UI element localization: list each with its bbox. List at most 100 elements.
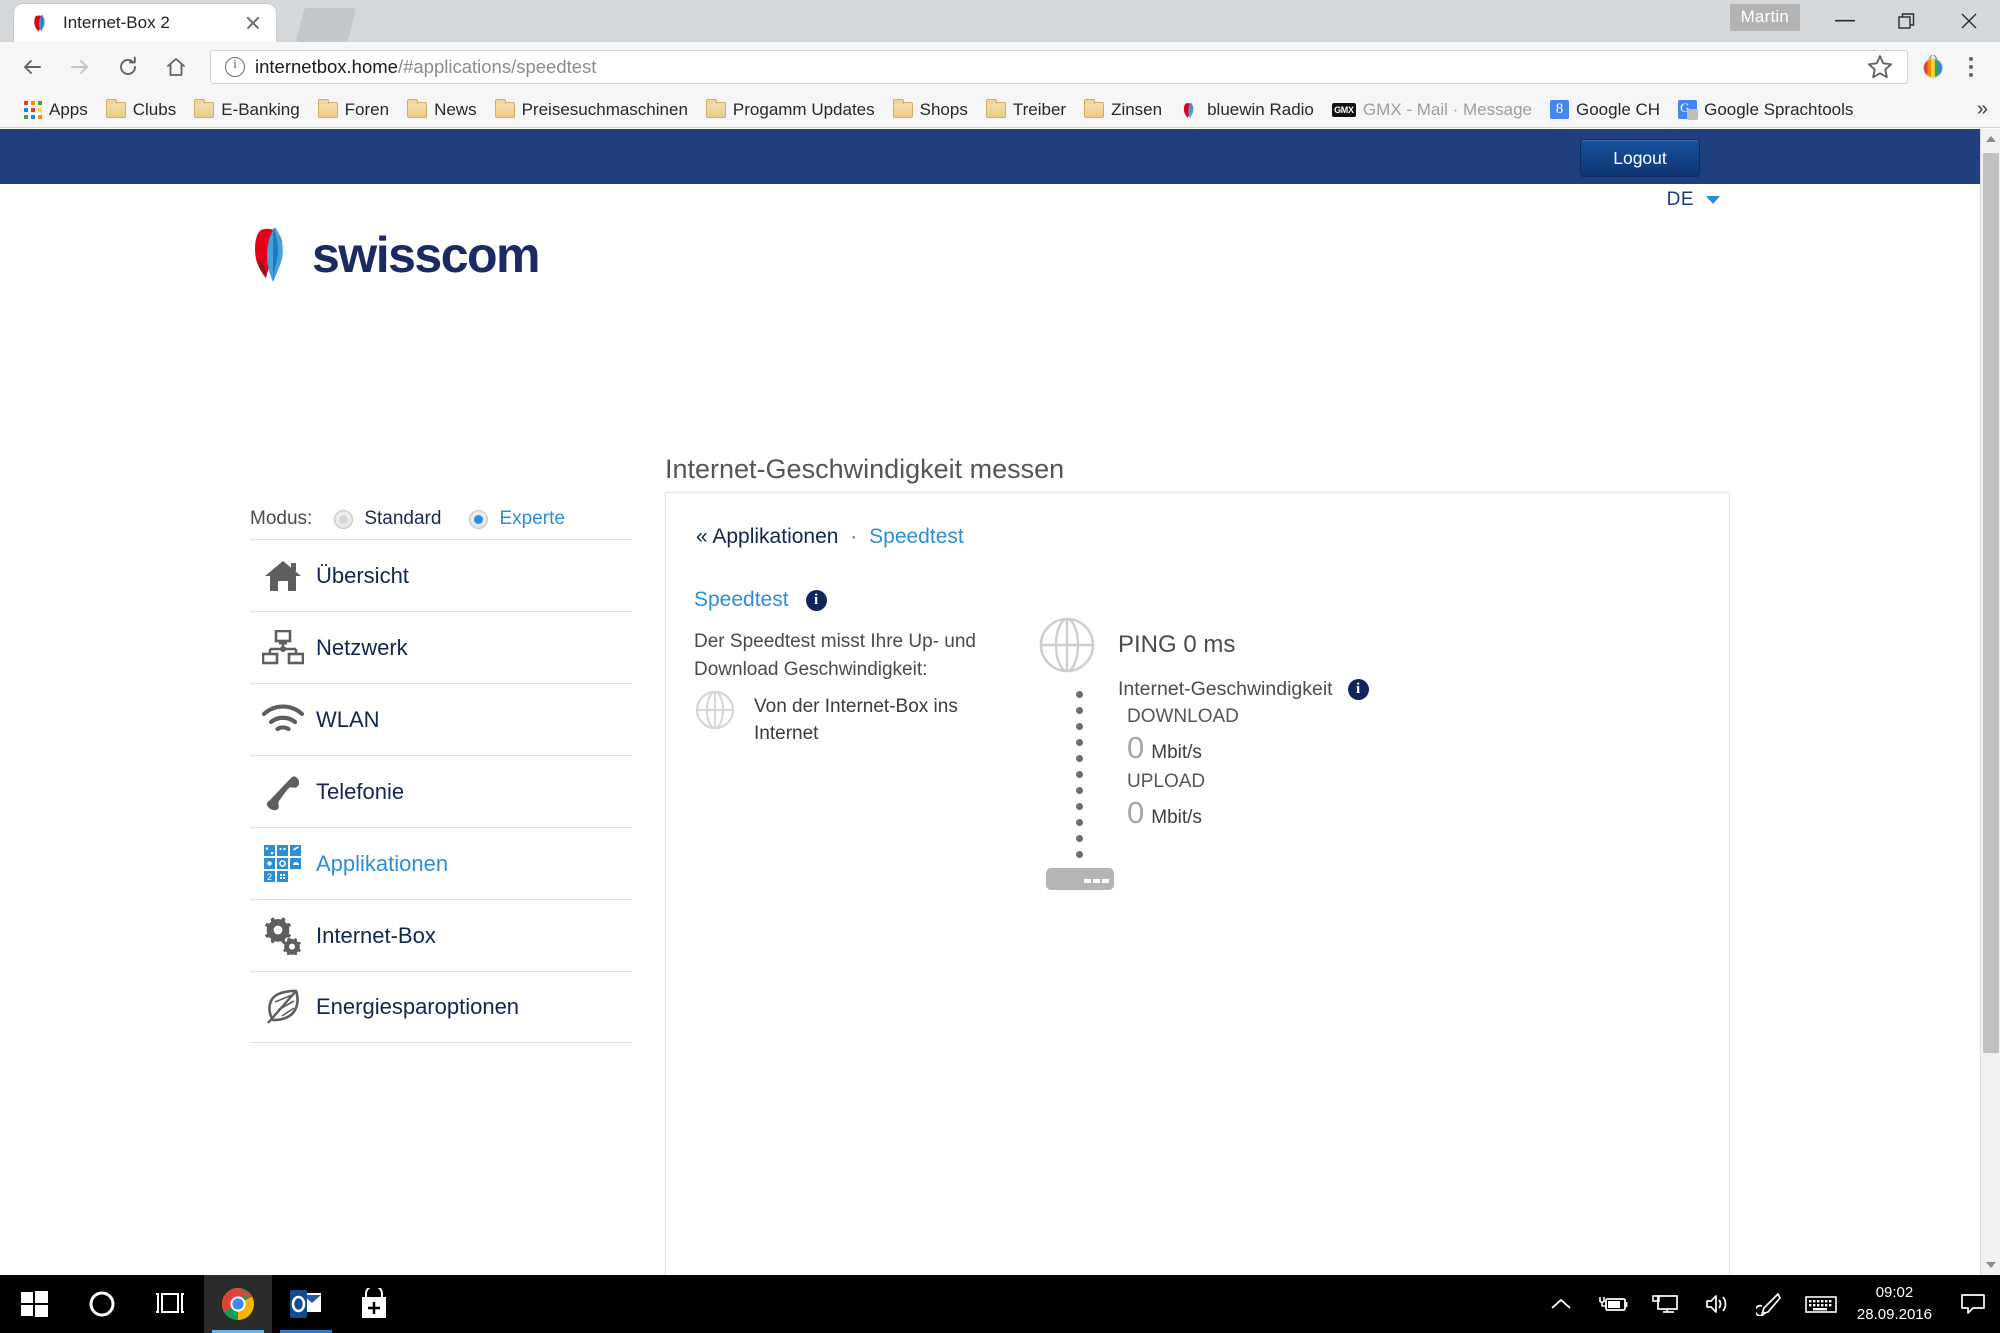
minimize-window-button[interactable]: — [1814, 0, 1876, 42]
sidebar-item-internet-box[interactable]: Internet-Box [250, 899, 632, 971]
connection-dot [1076, 755, 1083, 762]
start-button[interactable] [0, 1275, 68, 1333]
restore-icon [1898, 13, 1915, 29]
profile-badge[interactable]: Martin [1729, 4, 1800, 31]
bookmark-news[interactable]: News [399, 95, 485, 125]
chevron-down-icon [1986, 1262, 1996, 1268]
chrome-menu-button[interactable] [1952, 48, 1990, 86]
address-bar[interactable]: internetbox.home/#applications/speedtest [210, 50, 1908, 84]
info-icon[interactable]: i [1347, 679, 1369, 700]
bookmark-progamm-updates[interactable]: Progamm Updates [698, 95, 883, 125]
back-button[interactable] [10, 45, 54, 89]
connection-dot [1076, 723, 1083, 730]
speedtest-heading-row: Speedtest i [694, 588, 827, 612]
bookmark-preisesuchmaschinen[interactable]: Preisesuchmaschinen [487, 95, 696, 125]
bookmark-foren[interactable]: Foren [310, 95, 397, 125]
google-icon: 8 [1549, 100, 1569, 119]
breadcrumb-back-link[interactable]: « Applikationen [696, 525, 838, 548]
sidebar-item-energiesparoptionen[interactable]: Energiesparoptionen [250, 971, 632, 1043]
download-label: DOWNLOAD [1127, 706, 1239, 727]
sidebar-item-applikationen[interactable]: 2 Applikationen [250, 827, 632, 899]
connection-dot [1076, 819, 1083, 826]
volume-control-button[interactable] [1691, 1275, 1743, 1333]
sidebar-item-wlan[interactable]: WLAN [250, 683, 632, 755]
new-tab-button[interactable] [295, 8, 357, 42]
sidebar-item-label: Energiesparoptionen [316, 994, 520, 1019]
pen-workspace-button[interactable] [1743, 1275, 1795, 1333]
language-selector[interactable]: DE [1667, 189, 1720, 211]
network-status-button[interactable] [1639, 1275, 1691, 1333]
sidebar-item-label: Applikationen [316, 850, 449, 876]
globe-large-icon [1038, 616, 1096, 674]
folder-icon [105, 98, 126, 118]
bookmark-clubs[interactable]: Clubs [98, 95, 184, 125]
speech-bubble-icon [1961, 1294, 1985, 1314]
menu-dot [1969, 57, 1973, 61]
reload-button[interactable] [106, 45, 150, 89]
extension-icon[interactable] [1916, 50, 1950, 84]
sidebar-item-telefonie[interactable]: Telefonie [250, 755, 632, 827]
scrollbar-thumb[interactable] [1983, 153, 1999, 1053]
bookmarks-bar: Apps Clubs E-Banking Foren News Preisesu… [0, 92, 2000, 128]
bookmark-label: bluewin Radio [1207, 99, 1314, 119]
system-tray: 09:02 28.09.2016 [1535, 1275, 2000, 1333]
bookmark-star-icon[interactable] [1865, 52, 1895, 82]
windows-taskbar: 09:02 28.09.2016 [0, 1275, 2000, 1333]
bookmark-label: Treiber [1012, 99, 1067, 119]
folder-icon [1084, 98, 1105, 118]
browser-title-bar: Internet-Box 2 Martin — [0, 0, 2000, 42]
connection-dot [1076, 835, 1083, 842]
chrome-taskbar-button[interactable] [204, 1275, 272, 1333]
scrollbar-down-button[interactable] [1981, 1255, 2000, 1275]
touch-keyboard-button[interactable] [1795, 1275, 1847, 1333]
store-taskbar-button[interactable] [340, 1275, 408, 1333]
cortana-button[interactable] [68, 1275, 136, 1333]
bookmark-label: E-Banking [221, 99, 300, 119]
bookmarks-overflow-button[interactable]: » [1977, 98, 1988, 121]
close-icon[interactable] [240, 10, 266, 36]
breadcrumb-current[interactable]: Speedtest [869, 525, 964, 548]
folder-icon [317, 98, 338, 118]
taskbar-clock[interactable]: 09:02 28.09.2016 [1847, 1282, 1946, 1326]
info-icon[interactable]: i [805, 589, 827, 611]
folder-icon [985, 98, 1006, 118]
bookmark-e-banking[interactable]: E-Banking [186, 95, 307, 125]
mode-option-standard[interactable]: Standard [334, 508, 441, 530]
globe-icon [694, 689, 736, 731]
bookmark-label: Clubs [132, 99, 177, 119]
forward-button[interactable] [58, 45, 102, 89]
page-viewport: Logout DE swisscom Modus: Standard Exper… [0, 129, 2000, 1275]
close-window-button[interactable] [1938, 0, 2000, 42]
connection-dot [1076, 787, 1083, 794]
radio-experte[interactable] [469, 509, 489, 529]
ping-value: PING 0 ms [1118, 631, 1236, 658]
page-scrollbar[interactable] [1980, 129, 2000, 1275]
bookmark-treiber[interactable]: Treiber [978, 95, 1074, 125]
battery-status-button[interactable] [1587, 1275, 1639, 1333]
bookmark-gmx-mail[interactable]: GMX GMX - Mail · Message [1324, 95, 1540, 125]
sidebar-item-ubersicht[interactable]: Übersicht [250, 539, 632, 611]
clock-date: 28.09.2016 [1856, 1306, 1932, 1323]
task-view-button[interactable] [136, 1275, 204, 1333]
bookmark-shops[interactable]: Shops [885, 95, 976, 125]
bookmark-apps[interactable]: Apps [16, 95, 96, 125]
action-center-button[interactable] [1946, 1275, 2000, 1333]
mode-option-experte[interactable]: Experte [469, 508, 565, 530]
sidebar-item-netzwerk[interactable]: Netzwerk [250, 611, 632, 683]
scrollbar-up-button[interactable] [1981, 129, 2000, 149]
home-button[interactable] [154, 45, 198, 89]
bookmark-zinsen[interactable]: Zinsen [1076, 95, 1170, 125]
upload-value-row: 0 Mbit/s [1127, 795, 1369, 831]
maximize-window-button[interactable] [1876, 0, 1938, 42]
bookmark-google-sprachtools[interactable]: G Google Sprachtools [1670, 95, 1861, 125]
bookmark-bluewin-radio[interactable]: bluewin Radio [1172, 95, 1322, 125]
browser-tab[interactable]: Internet-Box 2 [14, 4, 276, 42]
show-hidden-icons-button[interactable] [1535, 1275, 1587, 1333]
speedtest-heading[interactable]: Speedtest [694, 588, 789, 612]
radio-standard[interactable] [334, 509, 354, 529]
logout-button[interactable]: Logout [1580, 139, 1700, 177]
site-info-icon[interactable] [225, 56, 245, 77]
bookmark-google-ch[interactable]: 8 Google CH [1542, 95, 1668, 125]
home-icon [250, 558, 316, 594]
outlook-taskbar-button[interactable] [272, 1275, 340, 1333]
